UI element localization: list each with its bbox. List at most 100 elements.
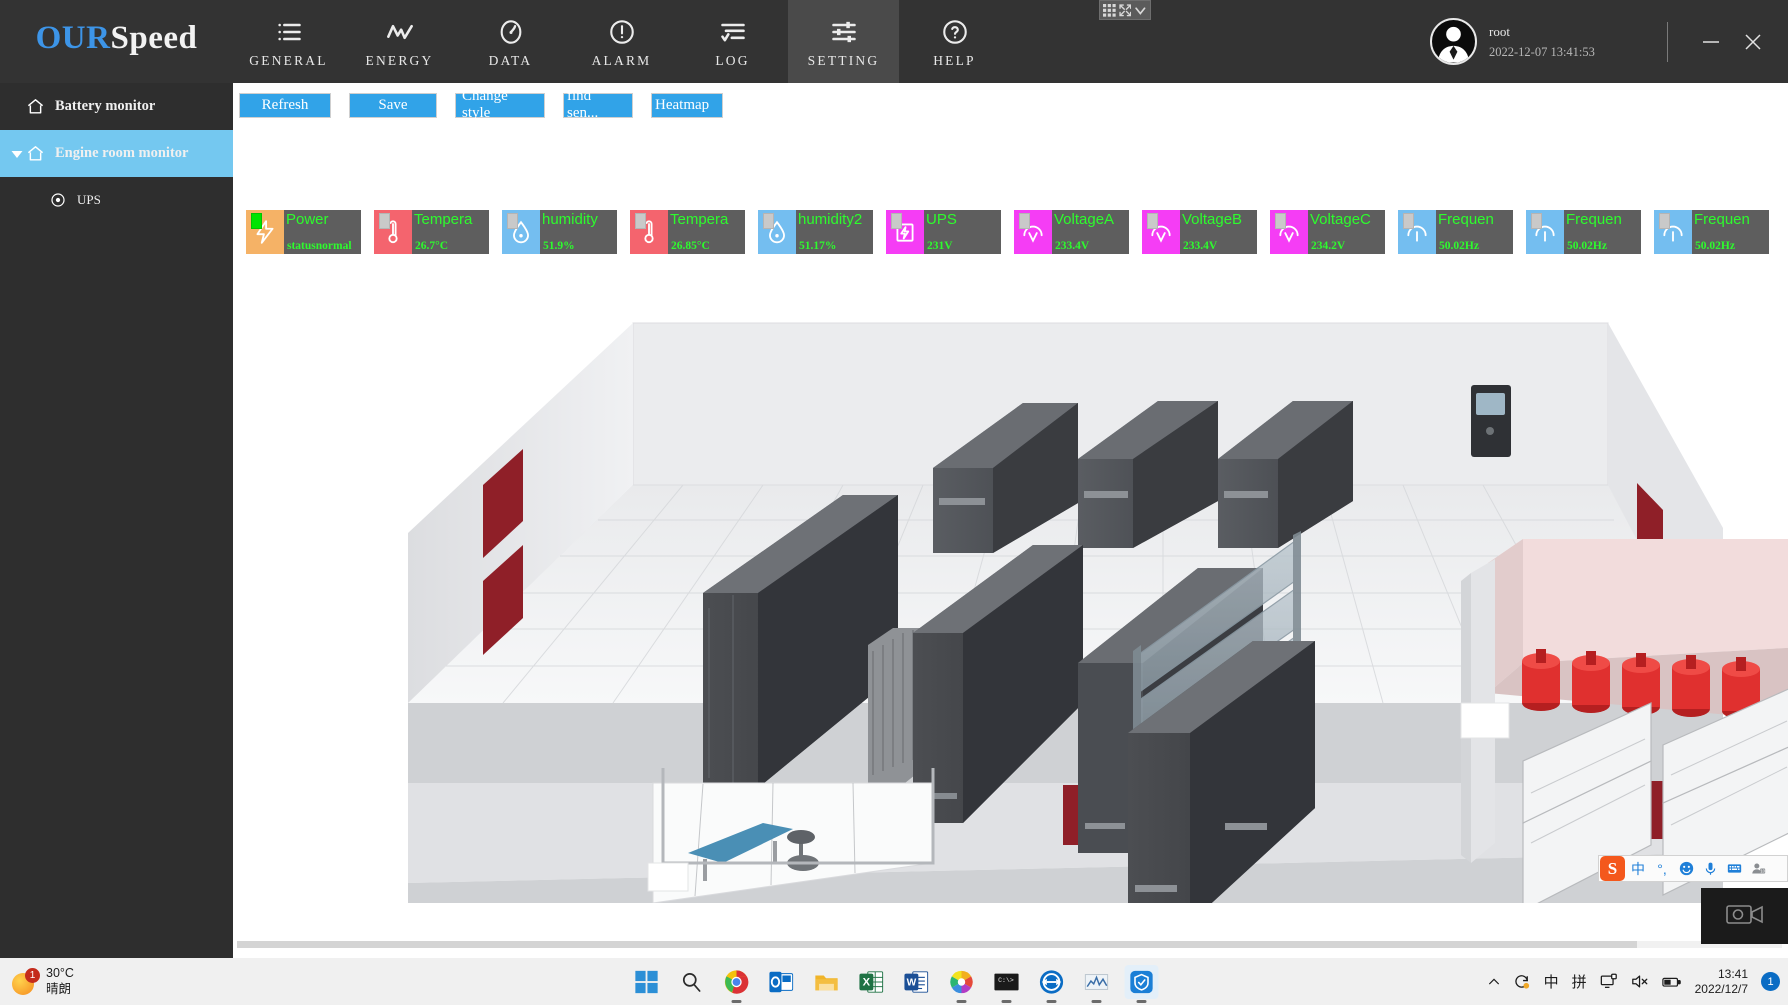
sensor-name: humidity (542, 211, 638, 228)
outlook-app[interactable] (765, 965, 799, 999)
frequency-icon (1526, 210, 1564, 254)
ime-pinyin-mode[interactable]: 拼 (1572, 971, 1587, 992)
user-info: root 2022-12-07 13:41:53 (1489, 24, 1657, 60)
expand-icon[interactable] (1119, 4, 1132, 16)
datacenter-3d-view[interactable] (233, 263, 1788, 903)
room-3d-stage[interactable] (233, 263, 1788, 958)
sensor-card[interactable]: VoltageC 234.2V (1270, 210, 1385, 254)
sensor-card-body: humidity 51.9% (540, 210, 617, 254)
refresh-button[interactable]: Refresh (239, 93, 331, 118)
user-name: root (1489, 24, 1657, 40)
sensor-value: 50.02Hz (1567, 240, 1607, 252)
nav-item-energy[interactable]: ENERGY (344, 0, 455, 83)
ups-battery-icon (886, 210, 924, 254)
status-chip (507, 213, 518, 229)
sensor-card[interactable]: Frequen 50.02Hz (1526, 210, 1641, 254)
avatar[interactable] (1430, 18, 1477, 65)
notification-badge[interactable]: 1 (1761, 972, 1780, 991)
sensor-card[interactable]: Tempera 26.7°C (374, 210, 489, 254)
sensor-value: 50.02Hz (1695, 240, 1735, 252)
nav-item-general[interactable]: GENERAL (233, 0, 344, 83)
volume-mute-icon[interactable] (1631, 973, 1649, 990)
user-icon[interactable]: 10 (1747, 856, 1769, 881)
help-circle-icon (941, 18, 969, 46)
chrome-app[interactable] (720, 965, 754, 999)
save-button[interactable]: Save (349, 93, 437, 118)
sensor-name: VoltageB (1182, 211, 1278, 228)
sensor-value: 234.2V (1311, 240, 1345, 252)
sensor-name: UPS (926, 211, 1022, 228)
close-button[interactable] (1732, 21, 1774, 63)
find-sensor-button[interactable]: find sen... (563, 93, 633, 118)
file-explorer-app[interactable] (810, 965, 844, 999)
terminal-app[interactable]: C:\> (990, 965, 1024, 999)
sensor-card-body: Frequen 50.02Hz (1564, 210, 1641, 254)
teamviewer-app[interactable] (1035, 965, 1069, 999)
floating-camera-panel[interactable] (1701, 888, 1788, 944)
sidebar-item-engine-room-monitor[interactable]: Engine room monitor (0, 130, 233, 177)
chevron-up-icon[interactable] (1487, 975, 1501, 989)
sensor-card[interactable]: Frequen 50.02Hz (1398, 210, 1513, 254)
nav-item-log[interactable]: LOG (677, 0, 788, 83)
minimize-button[interactable] (1690, 21, 1732, 63)
sogou-logo-icon[interactable]: S (1600, 856, 1625, 881)
search-button[interactable] (675, 965, 709, 999)
battery-icon[interactable] (1662, 975, 1682, 989)
sensor-card[interactable]: Frequen 50.02Hz (1654, 210, 1769, 254)
heatmap-button[interactable]: Heatmap (651, 93, 723, 118)
logo-speed: Speed (110, 20, 197, 57)
sensor-card[interactable]: Tempera 26.85°C (630, 210, 745, 254)
sensor-card-body: Frequen 50.02Hz (1436, 210, 1513, 254)
nav-item-data[interactable]: DATA (455, 0, 566, 83)
sensor-name: Frequen (1438, 211, 1534, 228)
excel-app[interactable]: X (855, 965, 889, 999)
nav-item-setting[interactable]: SETTING (788, 0, 899, 83)
ime-punctuation-icon[interactable]: °, (1651, 856, 1673, 881)
voltmeter-icon (1142, 210, 1180, 254)
sogou-ime-toolbar[interactable]: S 中 °, 10 (1598, 855, 1788, 882)
grid-icon[interactable] (1103, 4, 1116, 16)
voltmeter-icon (1014, 210, 1052, 254)
chevron-down-icon[interactable] (1134, 4, 1147, 16)
keyboard-icon[interactable] (1723, 856, 1745, 881)
microphone-icon[interactable] (1699, 856, 1721, 881)
weather-badge: 1 (25, 968, 40, 983)
camera-icon (1725, 899, 1765, 934)
weather-description: 晴朗 (46, 982, 74, 998)
chevron-down-icon[interactable] (10, 147, 24, 161)
security-app[interactable] (1125, 965, 1159, 999)
sensor-card[interactable]: UPS 231V (886, 210, 1001, 254)
sensor-card[interactable]: humidity 51.9% (502, 210, 617, 254)
ime-mode-chinese[interactable]: 中 (1627, 856, 1649, 881)
top-navigation-bar: OURSpeed GENERAL E (0, 0, 1788, 83)
status-chip (1403, 213, 1414, 229)
sensor-card[interactable]: VoltageB 233.4V (1142, 210, 1257, 254)
emoji-icon[interactable] (1675, 856, 1697, 881)
monitor-app[interactable] (1080, 965, 1114, 999)
sensor-card-body: VoltageC 234.2V (1308, 210, 1385, 254)
photos-app[interactable] (945, 965, 979, 999)
weather-widget[interactable]: 1 30°C 晴朗 (12, 966, 74, 997)
taskbar-clock[interactable]: 13:41 2022/12/7 (1695, 967, 1748, 997)
sensor-card[interactable]: VoltageA 233.4V (1014, 210, 1129, 254)
onedrive-sync-icon[interactable] (1514, 973, 1531, 990)
sidebar-item-ups[interactable]: UPS (0, 177, 233, 222)
window-snap-widget[interactable] (1099, 0, 1151, 20)
home-icon (26, 144, 46, 163)
sidebar-item-battery-monitor[interactable]: Battery monitor (0, 83, 233, 130)
log-lines-icon (719, 18, 747, 46)
nav-item-alarm[interactable]: ALARM (566, 0, 677, 83)
ime-language-chinese[interactable]: 中 (1544, 971, 1559, 992)
change-style-button[interactable]: Change style (455, 93, 545, 118)
sensor-value: 26.85°C (671, 240, 710, 252)
horizontal-scrollbar[interactable] (237, 941, 1782, 948)
start-button[interactable] (630, 965, 664, 999)
sensor-card[interactable]: Power statusnormal (246, 210, 361, 254)
sensor-card[interactable]: humidity2 51.17% (758, 210, 873, 254)
word-app[interactable]: W (900, 965, 934, 999)
nav-item-help[interactable]: HELP (899, 0, 1010, 83)
sun-icon: 1 (12, 969, 38, 995)
clock-time: 13:41 (1718, 967, 1748, 982)
display-settings-icon[interactable] (1600, 973, 1618, 990)
scrollbar-thumb[interactable] (237, 941, 1637, 948)
